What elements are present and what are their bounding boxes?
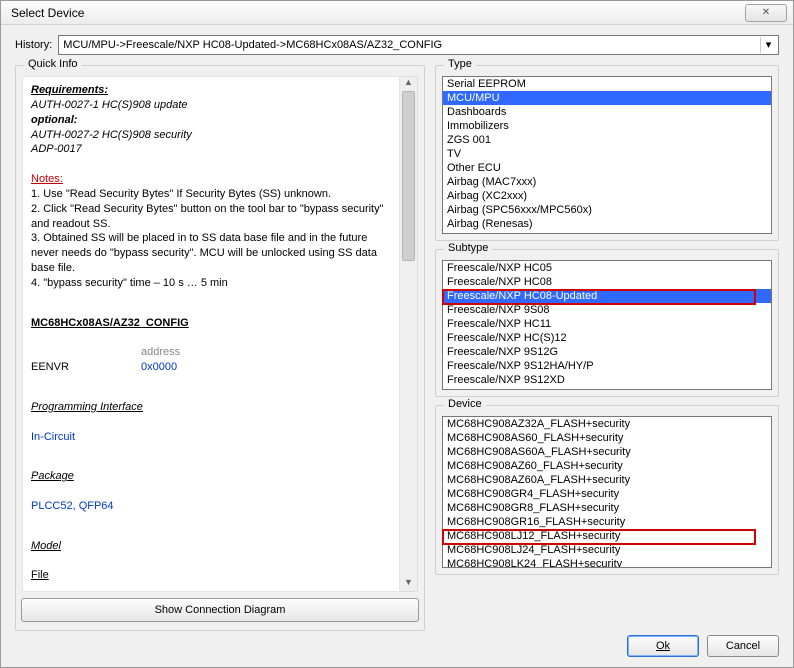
list-item[interactable]: MC68HC908GR4_FLASH+security — [443, 487, 771, 501]
list-item[interactable]: Airbag (Renesas) — [443, 217, 771, 231]
list-item[interactable]: TV — [443, 147, 771, 161]
package-heading: Package — [31, 469, 74, 484]
device-group: Device MC68HC908AZ32A_FLASH+securityMC68… — [435, 405, 779, 575]
requirements-heading: Requirements: — [31, 83, 391, 98]
dialog-footer: Ok Cancel — [627, 635, 779, 657]
list-item[interactable]: Freescale/NXP HC11 — [443, 317, 771, 331]
list-item[interactable]: Dashboards — [443, 105, 771, 119]
window-title: Select Device — [11, 6, 84, 20]
quickinfo-group: Quick Info Requirements: AUTH-0027-1 HC(… — [15, 65, 425, 631]
device-listbox[interactable]: MC68HC908AZ32A_FLASH+securityMC68HC908AS… — [442, 416, 772, 568]
eenvr-address: 0x0000 — [141, 360, 177, 375]
titlebar: Select Device ✕ — [1, 1, 793, 25]
address-col-label: address — [141, 345, 180, 360]
notes-heading: Notes: — [31, 172, 391, 187]
list-item[interactable]: MC68HC908LK24_FLASH+security — [443, 557, 771, 568]
list-item[interactable]: Freescale/NXP 9S12XE — [443, 387, 771, 390]
scroll-up-icon[interactable]: ▲ — [400, 77, 417, 91]
history-dropdown[interactable]: MCU/MPU->Freescale/NXP HC08-Updated->MC6… — [58, 35, 779, 55]
prog-if-heading: Programming Interface — [31, 400, 143, 415]
list-item[interactable]: MC68HC908AZ60_FLASH+security — [443, 459, 771, 473]
history-value: MCU/MPU->Freescale/NXP HC08-Updated->MC6… — [63, 39, 442, 51]
list-item[interactable]: Other ECU — [443, 161, 771, 175]
list-item[interactable]: MCU/MPU — [443, 91, 771, 105]
subtype-listbox[interactable]: Freescale/NXP HC05Freescale/NXP HC08Free… — [442, 260, 772, 390]
list-item[interactable]: MC68HC908AS60_FLASH+security — [443, 431, 771, 445]
list-item[interactable]: Airbag (SPC56xxx/MPC560x) — [443, 203, 771, 217]
list-item[interactable]: Freescale/NXP HC(S)12 — [443, 331, 771, 345]
prog-if-value: In-Circuit — [31, 430, 391, 445]
cancel-button[interactable]: Cancel — [707, 635, 779, 657]
history-label: History: — [15, 39, 52, 51]
list-item[interactable]: MC68HC908GR16_FLASH+security — [443, 515, 771, 529]
list-item[interactable]: ZGS 001 — [443, 133, 771, 147]
optional-label: optional: — [31, 113, 391, 128]
req-line3: ADP-0017 — [31, 142, 391, 157]
list-item[interactable]: Freescale/NXP HC08-Updated — [443, 289, 771, 303]
subtype-group: Subtype Freescale/NXP HC05Freescale/NXP … — [435, 249, 779, 397]
list-item[interactable]: Freescale/NXP 9S12G — [443, 345, 771, 359]
quickinfo-label: Quick Info — [24, 58, 82, 70]
note-1: 1. Use "Read Security Bytes" If Security… — [31, 187, 391, 202]
list-item[interactable]: Freescale/NXP 9S12XD — [443, 373, 771, 387]
type-group: Type Serial EEPROMMCU/MPUDashboardsImmob… — [435, 65, 779, 241]
list-item[interactable]: MC68HC908AZ60A_FLASH+security — [443, 473, 771, 487]
eenvr-label: EENVR — [31, 360, 101, 375]
list-item[interactable]: Freescale/NXP HC08 — [443, 275, 771, 289]
quickinfo-text: Requirements: AUTH-0027-1 HC(S)908 updat… — [22, 76, 400, 592]
subtype-label: Subtype — [444, 242, 492, 254]
list-item[interactable]: MC68HC908AZ32A_FLASH+security — [443, 417, 771, 431]
list-item[interactable]: Airbag (XC2xxx) — [443, 189, 771, 203]
select-device-dialog: Select Device ✕ History: MCU/MPU->Freesc… — [0, 0, 794, 668]
show-connection-diagram-button[interactable]: Show Connection Diagram — [21, 598, 419, 622]
req-line1: AUTH-0027-1 HC(S)908 update — [31, 98, 391, 113]
list-item[interactable]: MC68HC908LJ12_FLASH+security — [443, 529, 771, 543]
list-item[interactable]: Freescale/NXP 9S12HA/HY/P — [443, 359, 771, 373]
scroll-down-icon[interactable]: ▼ — [400, 577, 417, 591]
type-label: Type — [444, 58, 476, 70]
chevron-down-icon: ▾ — [760, 37, 776, 53]
list-item[interactable]: Airbag (MAC7xxx) — [443, 175, 771, 189]
list-item[interactable]: Serial EEPROM — [443, 77, 771, 91]
package-value: PLCC52, QFP64 — [31, 499, 391, 514]
ok-button[interactable]: Ok — [627, 635, 699, 657]
type-listbox[interactable]: Serial EEPROMMCU/MPUDashboardsImmobilize… — [442, 76, 772, 234]
list-item[interactable]: Freescale/NXP 9S08 — [443, 303, 771, 317]
list-item[interactable]: MC68HC908AS60A_FLASH+security — [443, 445, 771, 459]
device-label: Device — [444, 398, 486, 410]
quickinfo-scrollbar[interactable]: ▲ ▼ — [400, 76, 418, 592]
file-heading: File — [31, 568, 391, 583]
note-4: 4. "bypass security" time – 10 s … 5 min — [31, 276, 391, 291]
list-item[interactable]: MC68HC908GR8_FLASH+security — [443, 501, 771, 515]
model-heading: Model — [31, 539, 61, 554]
list-item[interactable]: Immobilizers — [443, 119, 771, 133]
list-item[interactable]: MC68HC908LJ24_FLASH+security — [443, 543, 771, 557]
history-row: History: MCU/MPU->Freescale/NXP HC08-Upd… — [15, 35, 779, 55]
scroll-thumb[interactable] — [402, 91, 415, 261]
close-icon[interactable]: ✕ — [745, 4, 787, 22]
note-2: 2. Click "Read Security Bytes" button on… — [31, 202, 391, 232]
chip-heading: MC68HCx08AS/AZ32_CONFIG — [31, 316, 189, 331]
list-item[interactable]: Freescale/NXP HC05 — [443, 261, 771, 275]
req-line2: AUTH-0027-2 HC(S)908 security — [31, 128, 391, 143]
note-3: 3. Obtained SS will be placed in to SS d… — [31, 231, 391, 276]
